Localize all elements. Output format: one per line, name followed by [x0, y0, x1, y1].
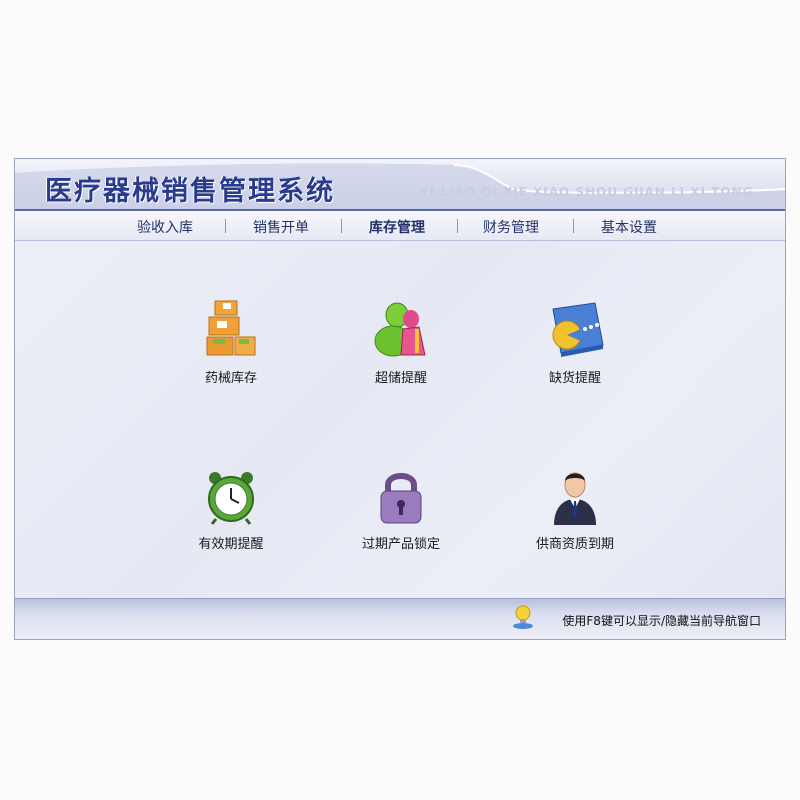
- alarm-clock-icon: [208, 472, 254, 525]
- menu-item-settings[interactable]: 基本设置: [601, 217, 657, 237]
- menu-item-inventory[interactable]: 库存管理: [369, 217, 425, 237]
- status-text: 使用F8键可以显示/隐藏当前导航窗口: [562, 614, 761, 628]
- main-window: 医疗器械销售管理系统 YI LIAO QI XIE XIAO SHOU GUAN…: [14, 158, 786, 640]
- launcher-supplier-qualification[interactable]: 供商资质到期: [505, 469, 645, 569]
- menu-separator: [573, 219, 574, 233]
- book-pacman-icon: [552, 302, 604, 357]
- launcher-shortage-alert[interactable]: 缺货提醒: [505, 299, 645, 399]
- app-subtitle: YI LIAO QI XIE XIAO SHOU GUAN LI XI TONG: [420, 185, 754, 199]
- launcher-label: 药械库存: [204, 371, 257, 386]
- menu-separator: [225, 219, 226, 233]
- businessman-icon: [554, 472, 596, 525]
- msn-user-icon: [374, 302, 426, 357]
- boxes-icon: [206, 300, 256, 356]
- menu-item-acceptance[interactable]: 验收入库: [137, 217, 193, 237]
- title-bar: 医疗器械销售管理系统 YI LIAO QI XIE XIAO SHOU GUAN…: [15, 159, 785, 209]
- launcher-label: 超储提醒: [374, 371, 427, 386]
- launcher-expired-lock[interactable]: 过期产品锁定: [331, 469, 471, 569]
- menu-item-sales[interactable]: 销售开单: [253, 217, 309, 237]
- launcher-label: 供商资质到期: [535, 537, 614, 552]
- launcher-label: 缺货提醒: [548, 371, 601, 386]
- app-title: 医疗器械销售管理系统: [45, 176, 335, 207]
- launcher-expiry-alert[interactable]: 有效期提醒: [161, 469, 301, 569]
- lamp-icon: [513, 605, 533, 629]
- launcher-overstock-alert[interactable]: 超储提醒: [331, 299, 471, 399]
- padlock-icon: [380, 473, 422, 524]
- status-bar: 使用F8键可以显示/隐藏当前导航窗口: [15, 598, 785, 639]
- menu-separator: [457, 219, 458, 233]
- launcher-inventory-stock[interactable]: 药械库存: [161, 299, 301, 399]
- menu-item-finance[interactable]: 财务管理: [483, 217, 539, 237]
- menu-separator: [341, 219, 342, 233]
- launcher-label: 有效期提醒: [198, 537, 264, 552]
- launcher-label: 过期产品锁定: [361, 537, 440, 552]
- menu-bar: 验收入库 销售开单 库存管理 财务管理 基本设置: [15, 209, 785, 241]
